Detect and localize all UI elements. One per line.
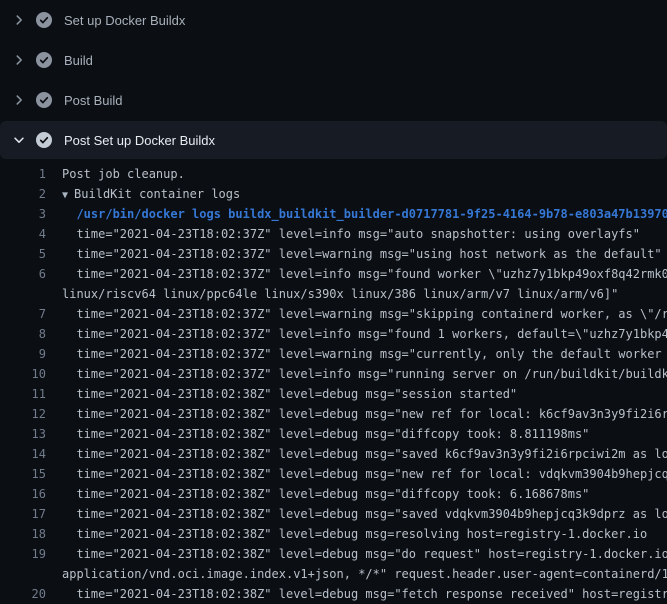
log-line-text: time="2021-04-23T18:02:37Z" level=info m…	[62, 364, 667, 384]
log-line-text: time="2021-04-23T18:02:38Z" level=debug …	[62, 504, 667, 524]
log-line-text[interactable]: ▼ BuildKit container logs	[62, 184, 667, 204]
log-line-number[interactable]: 7	[0, 304, 46, 324]
log-line-number[interactable]: 8	[0, 324, 46, 344]
step-row-post-set-up-docker-buildx[interactable]: Post Set up Docker Buildx	[0, 121, 667, 159]
log-line-number[interactable]: 12	[0, 404, 46, 424]
actions-log-viewer: { "theme": { "page_bg": "#0b0e13", "acti…	[0, 0, 667, 600]
log-line-text: application/vnd.oci.image.index.v1+json,…	[62, 564, 667, 584]
log-line-number[interactable]: 20	[0, 584, 46, 604]
log-line-number[interactable]: 19	[0, 544, 46, 564]
log-line-text: time="2021-04-23T18:02:38Z" level=debug …	[62, 404, 667, 424]
log-line: 9 time="2021-04-23T18:02:37Z" level=warn…	[0, 344, 667, 364]
step-row-set-up-docker-buildx[interactable]: Set up Docker Buildx	[0, 0, 667, 40]
log-group-label[interactable]: BuildKit container logs	[74, 187, 240, 201]
chevron-right-icon[interactable]	[12, 53, 26, 67]
log-line-number[interactable]: 17	[0, 504, 46, 524]
log-line-text: time="2021-04-23T18:02:38Z" level=debug …	[62, 444, 667, 464]
log-line-text: time="2021-04-23T18:02:37Z" level=warnin…	[62, 304, 667, 324]
log-line: 2 ▼ BuildKit container logs	[0, 184, 667, 204]
log-line-number[interactable]: 5	[0, 244, 46, 264]
log-line-text: time="2021-04-23T18:02:38Z" level=debug …	[62, 384, 667, 404]
chevron-down-icon[interactable]	[12, 133, 26, 147]
log-line-number	[0, 564, 46, 584]
log-line: 19 time="2021-04-23T18:02:38Z" level=deb…	[0, 544, 667, 564]
log-line: 16 time="2021-04-23T18:02:38Z" level=deb…	[0, 484, 667, 504]
log-line-text: time="2021-04-23T18:02:38Z" level=debug …	[62, 544, 667, 564]
log-line-text: time="2021-04-23T18:02:37Z" level=info m…	[62, 264, 667, 284]
chevron-right-icon[interactable]	[12, 93, 26, 107]
log-line-number[interactable]: 10	[0, 364, 46, 384]
log-line: 7 time="2021-04-23T18:02:37Z" level=warn…	[0, 304, 667, 324]
log-line: 13 time="2021-04-23T18:02:38Z" level=deb…	[0, 424, 667, 444]
step-label: Post Build	[64, 93, 123, 108]
log-line: 3 /usr/bin/docker logs buildx_buildkit_b…	[0, 204, 667, 224]
check-circle-icon	[36, 132, 52, 148]
log-line-number[interactable]: 9	[0, 344, 46, 364]
log-line-text: time="2021-04-23T18:02:37Z" level=warnin…	[62, 244, 667, 264]
log-line: 17 time="2021-04-23T18:02:38Z" level=deb…	[0, 504, 667, 524]
check-circle-icon	[36, 92, 52, 108]
log-line-number[interactable]: 11	[0, 384, 46, 404]
log-line-text: Post job cleanup.	[62, 164, 667, 184]
step-label: Build	[64, 53, 93, 68]
log-line-text: time="2021-04-23T18:02:38Z" level=debug …	[62, 584, 667, 604]
log-line: linux/riscv64 linux/ppc64le linux/s390x …	[0, 284, 667, 304]
log-lines: 1 Post job cleanup. 2 ▼ BuildKit container …	[0, 159, 667, 604]
log-line-number[interactable]: 15	[0, 464, 46, 484]
log-line: 14 time="2021-04-23T18:02:38Z" level=deb…	[0, 444, 667, 464]
log-line-number[interactable]: 18	[0, 524, 46, 544]
step-label: Post Set up Docker Buildx	[64, 133, 215, 148]
log-line-number[interactable]: 2	[0, 184, 46, 204]
step-row-build[interactable]: Build	[0, 40, 667, 80]
log-command-text: /usr/bin/docker logs buildx_buildkit_bui…	[62, 204, 667, 224]
log-line-number[interactable]: 13	[0, 424, 46, 444]
steps-list: Set up Docker Buildx Build Post Build Po…	[0, 0, 667, 159]
log-line-number[interactable]: 6	[0, 264, 46, 284]
log-line-text: time="2021-04-23T18:02:37Z" level=warnin…	[62, 344, 667, 364]
log-line-number[interactable]: 4	[0, 224, 46, 244]
log-line-text: time="2021-04-23T18:02:37Z" level=info m…	[62, 324, 667, 344]
step-label: Set up Docker Buildx	[64, 13, 185, 28]
log-line-text: time="2021-04-23T18:02:38Z" level=debug …	[62, 424, 667, 444]
log-line-text: time="2021-04-23T18:02:37Z" level=info m…	[62, 224, 667, 244]
check-circle-icon	[36, 52, 52, 68]
log-line: application/vnd.oci.image.index.v1+json,…	[0, 564, 667, 584]
log-line-number[interactable]: 3	[0, 204, 46, 224]
log-line: 18 time="2021-04-23T18:02:38Z" level=deb…	[0, 524, 667, 544]
log-line: 5 time="2021-04-23T18:02:37Z" level=warn…	[0, 244, 667, 264]
log-line-number[interactable]: 16	[0, 484, 46, 504]
log-line-text: linux/riscv64 linux/ppc64le linux/s390x …	[62, 284, 667, 304]
log-line-text: time="2021-04-23T18:02:38Z" level=debug …	[62, 484, 667, 504]
log-line-text: time="2021-04-23T18:02:38Z" level=debug …	[62, 464, 667, 484]
log-line-text: time="2021-04-23T18:02:38Z" level=debug …	[62, 524, 667, 544]
log-group-expander-icon[interactable]: ▼	[62, 190, 74, 201]
log-line-number[interactable]: 1	[0, 164, 46, 184]
log-line: 11 time="2021-04-23T18:02:38Z" level=deb…	[0, 384, 667, 404]
log-line: 10 time="2021-04-23T18:02:37Z" level=inf…	[0, 364, 667, 384]
log-line: 4 time="2021-04-23T18:02:37Z" level=info…	[0, 224, 667, 244]
chevron-right-icon[interactable]	[12, 13, 26, 27]
step-row-post-build[interactable]: Post Build	[0, 80, 667, 120]
log-line: 1 Post job cleanup.	[0, 164, 667, 184]
log-line-number[interactable]: 14	[0, 444, 46, 464]
check-circle-icon	[36, 12, 52, 28]
log-line: 8 time="2021-04-23T18:02:37Z" level=info…	[0, 324, 667, 344]
log-line: 6 time="2021-04-23T18:02:37Z" level=info…	[0, 264, 667, 284]
log-line: 15 time="2021-04-23T18:02:38Z" level=deb…	[0, 464, 667, 484]
log-line: 12 time="2021-04-23T18:02:38Z" level=deb…	[0, 404, 667, 424]
log-line-number	[0, 284, 46, 304]
log-line: 20 time="2021-04-23T18:02:38Z" level=deb…	[0, 584, 667, 604]
